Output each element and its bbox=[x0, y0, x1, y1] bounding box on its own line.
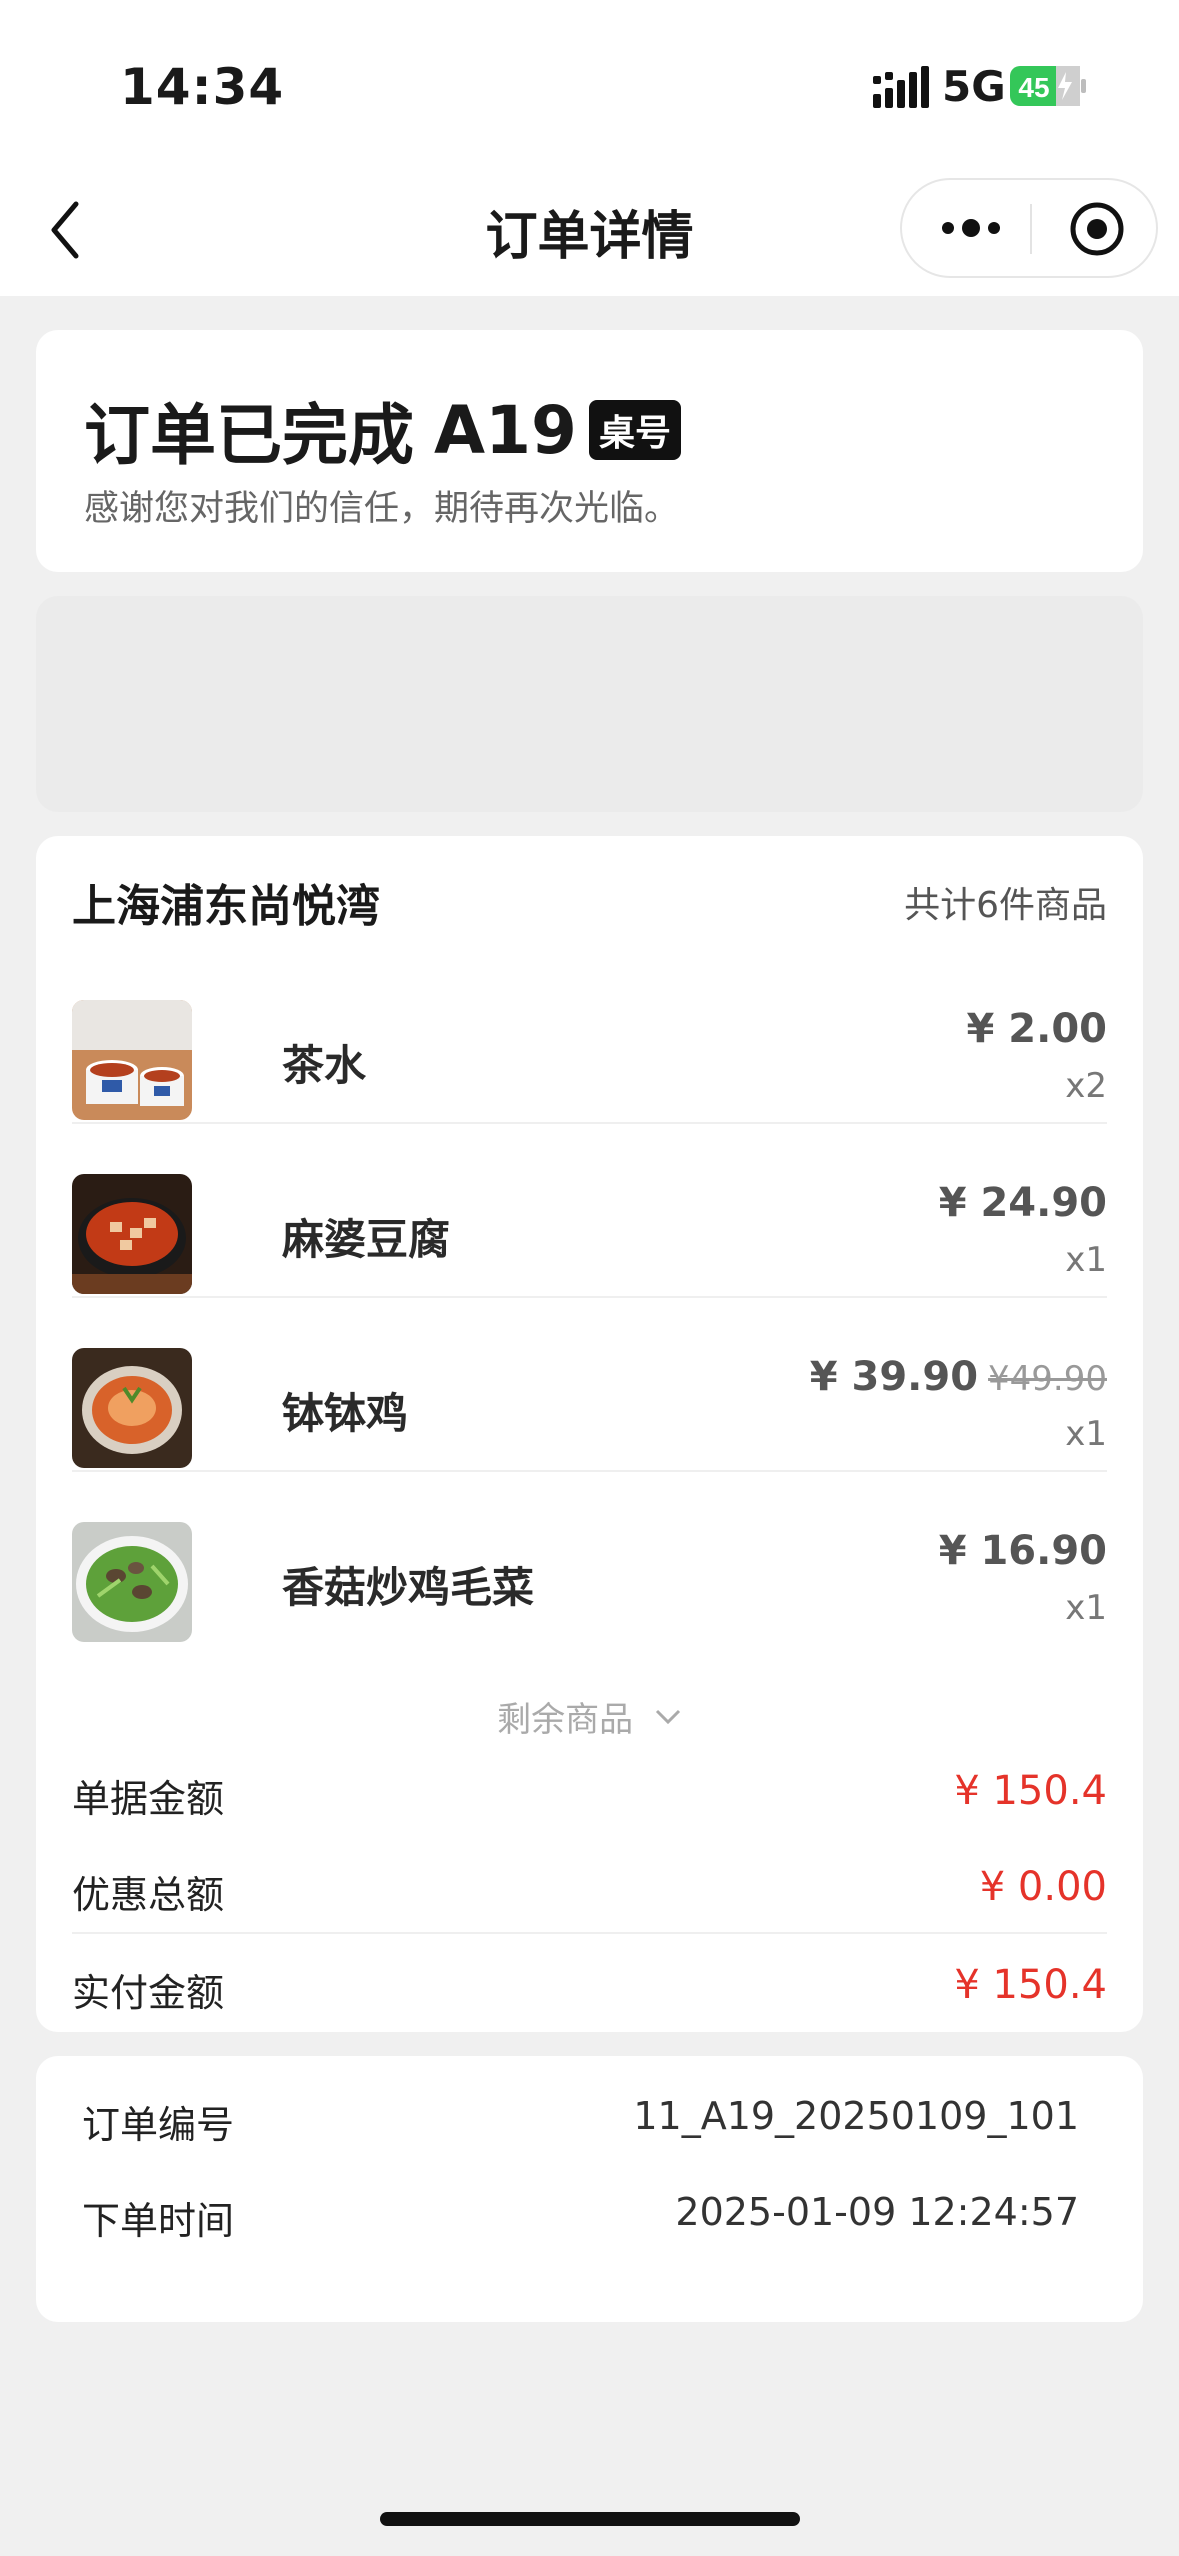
item-count: 共计6件商品 bbox=[904, 885, 1107, 926]
top-bar: 14:34 5G 45 订单详情 bbox=[0, 0, 1179, 296]
order-number-value: 11_A19_20250109_101 bbox=[633, 2094, 1079, 2138]
tea-image bbox=[72, 1000, 192, 1120]
item-price: ¥ 24.90 bbox=[938, 1180, 1107, 1226]
cellular-signal-icon bbox=[873, 66, 929, 108]
item-quantity: x2 bbox=[1065, 1066, 1107, 1106]
discount-label: 优惠总额 bbox=[72, 1873, 225, 1917]
item-name: 茶水 bbox=[282, 1041, 367, 1090]
summary-divider bbox=[72, 1932, 1107, 1934]
more-options-icon[interactable] bbox=[938, 206, 1004, 250]
item-name: 香菇炒鸡毛菜 bbox=[282, 1563, 535, 1612]
close-mini-program-icon[interactable] bbox=[1068, 200, 1126, 258]
table-tag-badge: 桌号 bbox=[588, 400, 681, 460]
order-item: 茶水 ¥ 2.00 x2 bbox=[72, 950, 1107, 1124]
order-status-subtitle: 感谢您对我们的信任，期待再次光临。 bbox=[84, 489, 680, 529]
paid-amount-value: ¥ 150.4 bbox=[954, 1962, 1107, 2008]
discount-row: 优惠总额 ¥ 0.00 bbox=[72, 1852, 1107, 1932]
order-time-label: 下单时间 bbox=[82, 2199, 235, 2243]
empty-placeholder-card bbox=[36, 596, 1143, 812]
item-price: ¥ 2.00 bbox=[966, 1006, 1107, 1052]
network-type: 5G bbox=[942, 62, 1006, 111]
home-indicator[interactable] bbox=[380, 2512, 800, 2526]
paid-amount-row: 实付金额 ¥ 150.4 bbox=[72, 1950, 1107, 2030]
order-time-value: 2025-01-09 12:24:57 bbox=[675, 2190, 1079, 2234]
item-original-price: ¥49.90 bbox=[988, 1359, 1107, 1399]
discount-value: ¥ 0.00 bbox=[979, 1864, 1107, 1910]
order-item: 麻婆豆腐 ¥ 24.90 x1 bbox=[72, 1124, 1107, 1298]
mushroom-greens-image bbox=[72, 1522, 192, 1642]
table-code: A19 bbox=[434, 391, 577, 469]
order-item: 香菇炒鸡毛菜 ¥ 16.90 x1 bbox=[72, 1472, 1107, 1646]
order-status-title: 订单已完成 bbox=[84, 397, 414, 474]
bill-amount-row: 单据金额 ¥ 150.4 bbox=[72, 1756, 1107, 1836]
item-price: ¥ 16.90 bbox=[938, 1528, 1107, 1574]
capsule-divider bbox=[1030, 204, 1032, 254]
item-quantity: x1 bbox=[1065, 1414, 1107, 1454]
item-quantity: x1 bbox=[1065, 1240, 1107, 1280]
order-status-line: 订单已完成 A19 桌号 bbox=[84, 382, 681, 478]
item-name: 钵钵鸡 bbox=[282, 1389, 409, 1438]
show-remaining-items-button[interactable]: 剩余商品 bbox=[36, 1692, 1143, 1741]
chevron-down-icon bbox=[655, 1709, 680, 1724]
bill-amount-value: ¥ 150.4 bbox=[954, 1768, 1107, 1814]
status-time: 14:34 bbox=[120, 58, 285, 116]
paid-amount-label: 实付金额 bbox=[72, 1971, 225, 2015]
remaining-items-label: 剩余商品 bbox=[497, 1700, 634, 1740]
bobo-chicken-image bbox=[72, 1348, 192, 1468]
item-name: 麻婆豆腐 bbox=[282, 1215, 451, 1264]
mini-program-capsule bbox=[900, 178, 1158, 278]
order-number-label: 订单编号 bbox=[82, 2103, 235, 2147]
item-quantity: x1 bbox=[1065, 1588, 1107, 1628]
mapo-tofu-image bbox=[72, 1174, 192, 1294]
order-item: 钵钵鸡 ¥ 39.90 ¥49.90 x1 bbox=[72, 1298, 1107, 1472]
battery-icon: 45 bbox=[1010, 66, 1086, 106]
order-items-card: 上海浦东尚悦湾 共计6件商品 茶水 ¥ 2.00 x2 麻婆豆腐 ¥ 24.90… bbox=[36, 836, 1143, 2032]
order-status-card: 订单已完成 A19 桌号 感谢您对我们的信任，期待再次光临。 bbox=[36, 330, 1143, 572]
battery-level: 45 bbox=[1018, 72, 1049, 103]
item-price: ¥ 39.90 ¥49.90 bbox=[809, 1354, 1107, 1400]
bill-amount-label: 单据金额 bbox=[72, 1777, 225, 1821]
order-info-card: 订单编号 11_A19_20250109_101 下单时间 2025-01-09… bbox=[36, 2056, 1143, 2322]
store-name: 上海浦东尚悦湾 bbox=[72, 881, 380, 932]
